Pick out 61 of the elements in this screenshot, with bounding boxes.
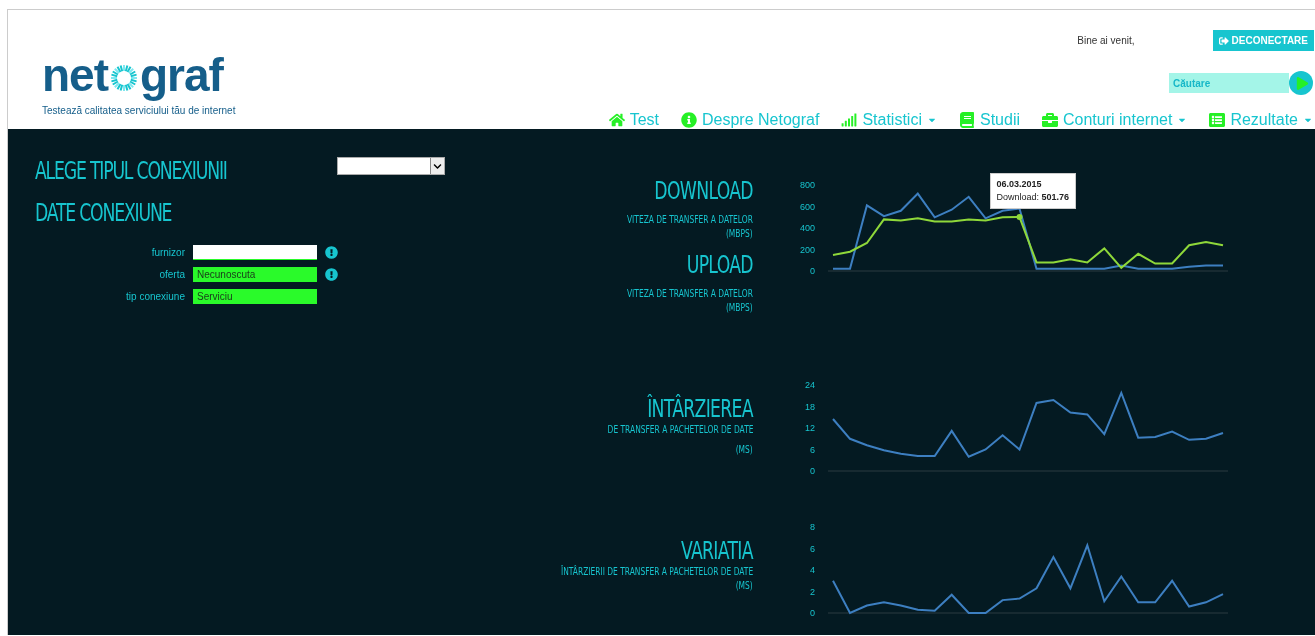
tick-label: 6 [810,444,815,455]
nav-link[interactable]: Despre Netograf [681,111,820,129]
play-icon [1295,76,1309,90]
tick-label: 6 [810,543,815,554]
tick-label: 8 [810,522,815,532]
metric-title: VARIATIA [681,537,753,565]
search-button[interactable] [1289,71,1313,95]
input-field[interactable]: Serviciu [193,289,317,304]
briefcase-icon [1042,112,1058,128]
metric-unit: (MS) [735,443,753,457]
logo-text: net [42,53,108,97]
tick-label: 600 [799,201,815,212]
ring-icon [110,64,138,92]
tick-label: 2 [810,586,815,597]
metric-title: DOWNLOAD [654,177,753,205]
chevron-icon [432,161,442,171]
tick-label: 18 [805,401,815,412]
bar-chart-icon [841,112,858,128]
tick-label: 200 [799,244,815,255]
field-label: oferta [158,269,185,280]
nav-link[interactable]: Conturi internet [1042,111,1188,129]
tick-label: 4 [810,565,815,575]
data-point [1016,214,1023,221]
home-icon [608,112,625,128]
field-label: tip conexiune [125,291,185,302]
metric-title: ÎNTÂRZIEREA [647,395,753,423]
metric-title: UPLOAD [686,251,753,279]
logout-icon [1218,35,1229,46]
tick-label: 0 [810,266,815,276]
metric-subtitle: VITEZA DE TRANSFER A DATELOR [627,287,753,301]
tick-label: 400 [799,223,815,233]
info-icon [681,112,697,128]
book-icon [959,112,975,128]
nav-link[interactable]: Statistici [841,111,937,129]
metric-subtitle: ÎNTÂRZIERII DE TRANSFER A PACHETELOR DE DATE [560,565,753,579]
nav-link[interactable]: Test [608,111,659,129]
field-label: furnizor [150,247,185,258]
tick-label: 0 [810,466,815,476]
metric-subtitle: VITEZA DE TRANSFER A DATELOR [627,213,753,227]
search-field[interactable]: Căutare [1169,73,1289,93]
tick-label: 24 [805,380,815,390]
section-title: ALEGE TIPUL CONEXIUNII [35,157,227,185]
metric-unit: (MS) [735,579,753,593]
welcome-text: Bine ai venit, [1077,35,1135,46]
input-field[interactable]: Necunoscuta [193,267,317,282]
tick-label: 0 [810,608,815,618]
tick-label: 800 [799,180,815,190]
nav-link[interactable]: Rezultate [1209,111,1313,129]
section-title: DATE CONEXIUNE [35,199,173,227]
logout-button[interactable]: DECONECTARE [1212,30,1314,51]
tick-label: 12 [805,423,815,433]
tooltip-date: 06.03.2015 [996,178,1043,192]
metric-unit: (MBPS) [726,227,753,241]
input-field[interactable] [193,245,317,260]
metric-subtitle: DE TRANSFER A PACHETELOR DE DATE [607,423,753,437]
tagline: Testează calitatea serviciului tău de internet [42,105,236,116]
tooltip-value: Download: 501.76 [996,191,1070,205]
connection-type-select[interactable] [336,157,445,175]
list-icon [1209,112,1226,128]
nav-link[interactable]: Studii [959,111,1020,129]
metric-unit: (MBPS) [726,301,753,315]
